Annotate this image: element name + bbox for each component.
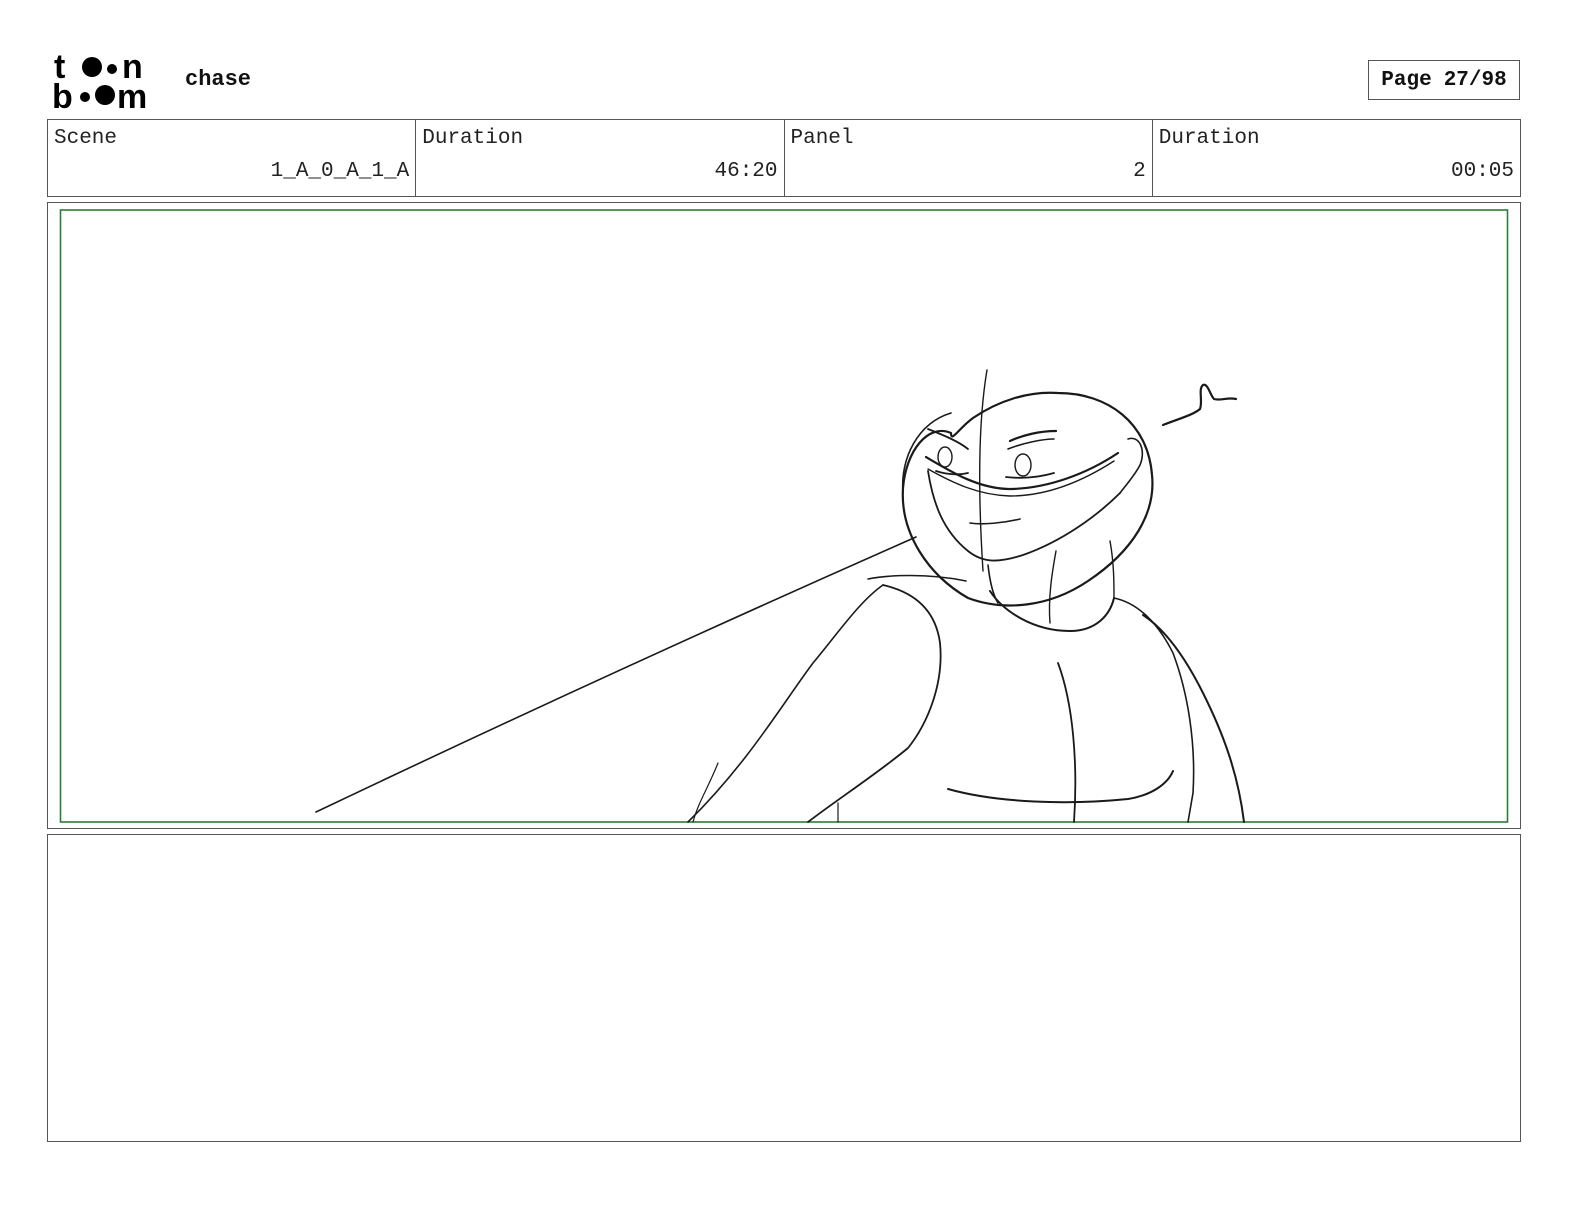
scene-label: Scene <box>54 127 118 150</box>
panel-notes-box <box>47 834 1521 1142</box>
character-sketch <box>315 369 1245 823</box>
page-number: 27/98 <box>1443 68 1507 92</box>
panel-label: Panel <box>790 127 854 150</box>
scene-cell: Scene 1_A_0_A_1_A <box>48 120 417 196</box>
scene-duration-cell: Duration 46:20 <box>416 120 785 196</box>
panel-cell: Panel 2 <box>785 120 1153 196</box>
panel-value: 2 <box>1133 160 1146 183</box>
svg-text:m: m <box>117 78 147 112</box>
panel-duration-value: 00:05 <box>1450 160 1514 183</box>
page-label: Page <box>1381 68 1432 92</box>
scene-duration-value: 46:20 <box>714 160 778 183</box>
logo-graphic: t n b m <box>52 48 147 116</box>
document-title: chase <box>185 67 252 92</box>
toon-boom-logo: t n b m <box>52 48 164 116</box>
svg-text:b: b <box>52 78 73 112</box>
panel-duration-label: Duration <box>1158 127 1260 150</box>
scene-duration-label: Duration <box>422 127 524 150</box>
page-indicator: Page 27/98 <box>1368 60 1520 100</box>
safe-frame-border <box>59 209 1509 823</box>
scene-info-table: Scene 1_A_0_A_1_A Duration 46:20 Panel 2… <box>47 119 1521 197</box>
scene-value: 1_A_0_A_1_A <box>270 160 410 183</box>
panel-duration-cell: Duration 00:05 <box>1153 120 1520 196</box>
storyboard-panel <box>47 202 1521 829</box>
panel-sketch <box>59 209 1509 823</box>
